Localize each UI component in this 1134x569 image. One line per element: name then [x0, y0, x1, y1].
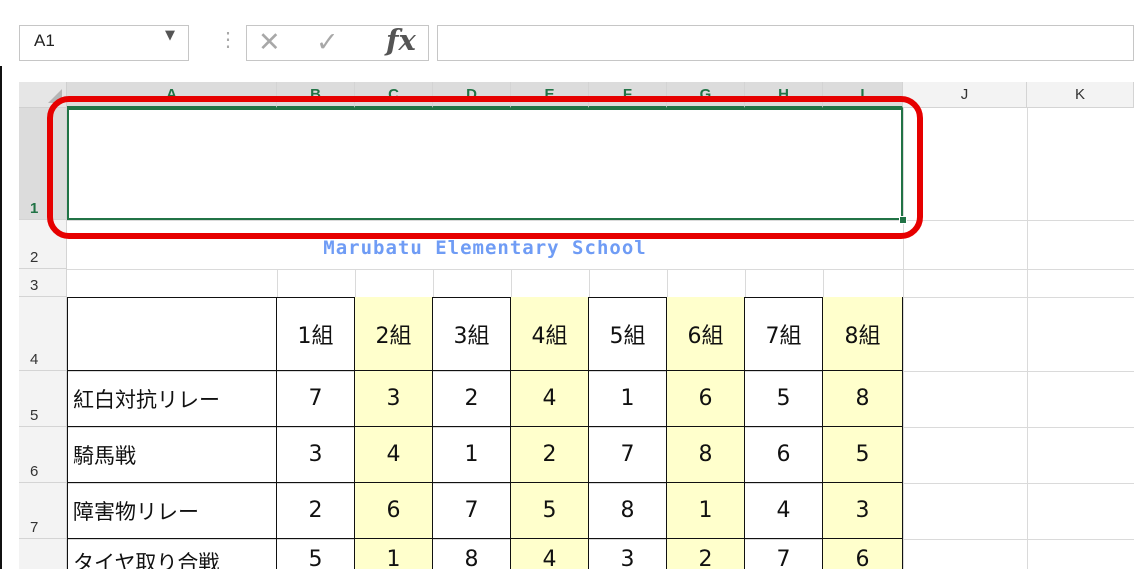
score-cell[interactable]: 5 [823, 427, 903, 483]
score-cell[interactable]: 1 [433, 427, 511, 483]
row-header-8[interactable] [19, 539, 67, 569]
name-box-value: A1 [34, 31, 55, 50]
class-header-cell[interactable]: 2組 [355, 297, 433, 371]
score-cell[interactable]: 5 [511, 483, 589, 539]
class-header-cell[interactable]: 1組 [277, 297, 355, 371]
gridline [67, 269, 1134, 270]
gridline [355, 269, 356, 297]
row-header-4[interactable]: 4 [19, 297, 67, 371]
row-header-3[interactable]: 3 [19, 269, 67, 297]
score-cell[interactable]: 4 [355, 427, 433, 483]
score-cell[interactable]: 7 [589, 427, 667, 483]
gridline [1027, 108, 1028, 569]
score-cell[interactable]: 8 [823, 371, 903, 427]
score-cell[interactable]: 6 [823, 539, 903, 569]
class-header-cell[interactable]: 3組 [433, 297, 511, 371]
event-name-cell[interactable]: 紅白対抗リレー [67, 371, 277, 427]
row-header-7[interactable]: 7 [19, 483, 67, 539]
score-cell[interactable]: 5 [745, 371, 823, 427]
score-cell[interactable]: 8 [667, 427, 745, 483]
score-cell[interactable]: 3 [823, 483, 903, 539]
row-number: 5 [30, 407, 39, 424]
class-header-cell[interactable]: 6組 [667, 297, 745, 371]
score-cell[interactable]: 2 [511, 427, 589, 483]
score-cell[interactable]: 3 [277, 427, 355, 483]
gridline [433, 269, 434, 297]
enter-icon[interactable]: ✓ [316, 28, 339, 58]
score-cell[interactable]: 5 [277, 539, 355, 569]
formula-input[interactable] [437, 25, 1134, 61]
name-box-dropdown-icon[interactable]: ▼ [165, 28, 175, 43]
score-cell[interactable]: 2 [277, 483, 355, 539]
gridline [589, 269, 590, 297]
row-number: 3 [30, 277, 39, 294]
score-cell[interactable]: 3 [589, 539, 667, 569]
score-cell[interactable]: 1 [355, 539, 433, 569]
score-cell[interactable]: 2 [667, 539, 745, 569]
score-cell[interactable]: 4 [511, 371, 589, 427]
score-cell[interactable]: 6 [355, 483, 433, 539]
score-cell[interactable]: 3 [355, 371, 433, 427]
score-cell[interactable]: 6 [667, 371, 745, 427]
row-number: 2 [30, 249, 39, 266]
row-header-6[interactable]: 6 [19, 427, 67, 483]
gridline [745, 269, 746, 297]
score-cell[interactable]: 4 [745, 483, 823, 539]
cancel-icon[interactable]: ✕ [258, 28, 281, 58]
row-number: 6 [30, 463, 39, 480]
score-cell[interactable]: 8 [433, 539, 511, 569]
score-cell[interactable]: 8 [589, 483, 667, 539]
score-cell[interactable]: 1 [667, 483, 745, 539]
row-number: 4 [30, 351, 39, 368]
column-header-j[interactable]: J [903, 82, 1027, 108]
gridline [511, 269, 512, 297]
score-cell[interactable]: 7 [277, 371, 355, 427]
highlight-annotation [47, 96, 923, 239]
row-number: 1 [30, 200, 39, 217]
class-header-cell[interactable]: 7組 [745, 297, 823, 371]
class-header-cell[interactable]: 8組 [823, 297, 903, 371]
gridline [823, 269, 824, 297]
row-number: 7 [30, 519, 39, 536]
column-header-k[interactable]: K [1027, 82, 1134, 108]
score-cell[interactable]: 4 [511, 539, 589, 569]
score-cell[interactable]: 1 [589, 371, 667, 427]
event-name-cell[interactable]: 騎馬戦 [67, 427, 277, 483]
formula-bar-grip-icon: ⋮ [218, 29, 238, 51]
score-cell[interactable]: 7 [433, 483, 511, 539]
score-cell[interactable]: 2 [433, 371, 511, 427]
insert-function-icon[interactable]: fx [386, 23, 416, 57]
class-header-cell[interactable]: 5組 [589, 297, 667, 371]
window-left-edge [0, 0, 2, 569]
event-name-cell[interactable]: タイヤ取り合戦 [67, 539, 277, 569]
table-corner-cell[interactable] [67, 297, 277, 371]
gridline [667, 269, 668, 297]
class-header-cell[interactable]: 4組 [511, 297, 589, 371]
gridline [277, 269, 278, 297]
event-name-cell[interactable]: 障害物リレー [67, 483, 277, 539]
row-header-5[interactable]: 5 [19, 371, 67, 427]
score-cell[interactable]: 6 [745, 427, 823, 483]
score-cell[interactable]: 7 [745, 539, 823, 569]
